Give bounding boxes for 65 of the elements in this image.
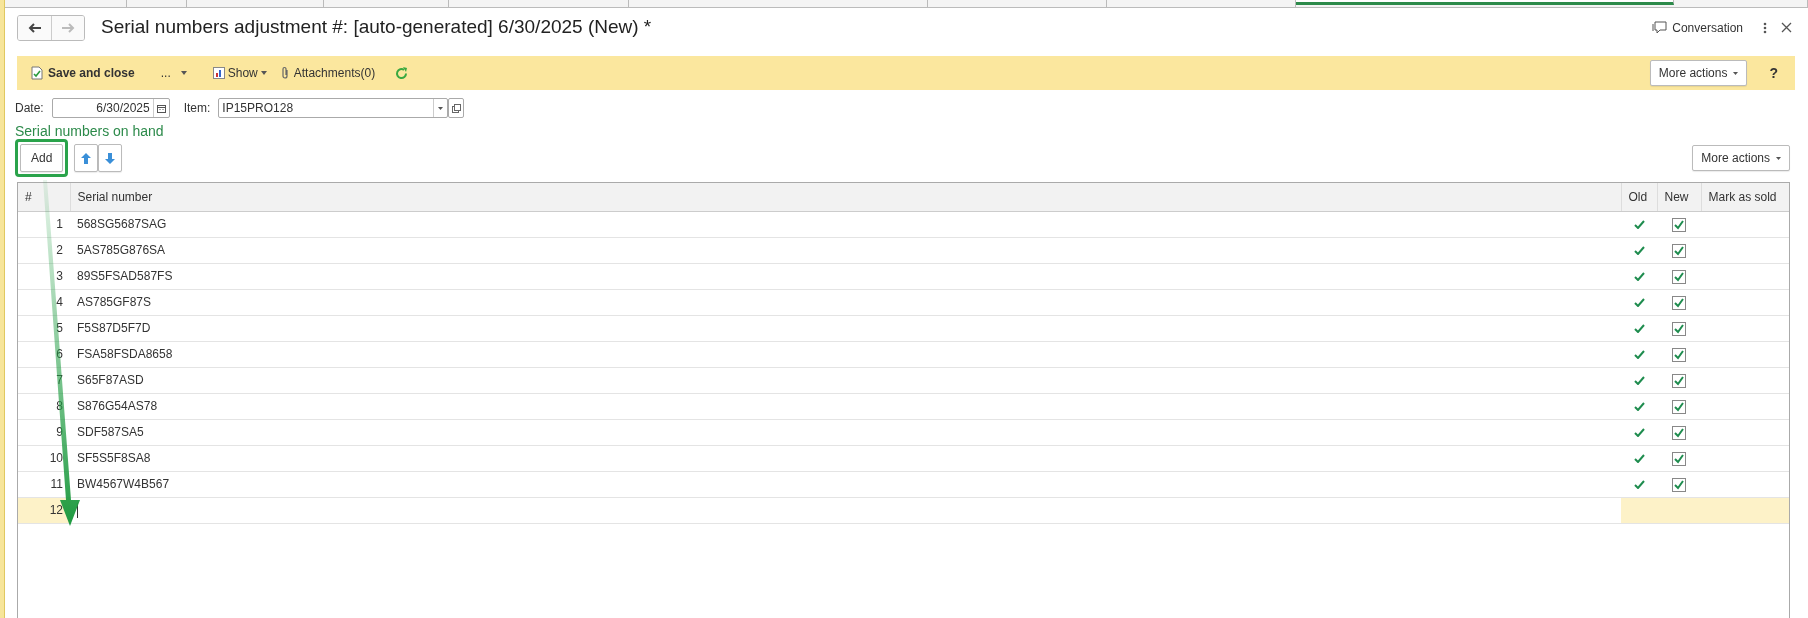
date-label: Date: bbox=[15, 100, 44, 117]
move-down-button[interactable] bbox=[98, 144, 123, 172]
checkbox[interactable] bbox=[1672, 373, 1686, 388]
section-title: Serial numbers on hand bbox=[14, 122, 165, 139]
conversation-button[interactable]: Conversation bbox=[1648, 18, 1747, 37]
checkbox[interactable] bbox=[1672, 321, 1686, 336]
column-header[interactable]: Mark as sold bbox=[1701, 183, 1789, 211]
checkbox[interactable] bbox=[1672, 477, 1686, 492]
caret-icon bbox=[1733, 71, 1739, 75]
back-button[interactable] bbox=[18, 15, 51, 40]
checkbox[interactable] bbox=[1672, 217, 1686, 232]
window-title: Serial numbers adjustment #: [auto-generated] 6/30/2025 (New) * bbox=[101, 15, 652, 40]
table-cell: SDF587SA5 bbox=[70, 419, 1621, 445]
checkbox[interactable] bbox=[1672, 425, 1686, 440]
checkbox[interactable] bbox=[1672, 399, 1686, 414]
table-cell: FSA58FSDA8658 bbox=[70, 341, 1621, 367]
paperclip-icon bbox=[280, 66, 289, 80]
table-cell: S876G54AS78 bbox=[70, 393, 1621, 419]
calendar-icon[interactable] bbox=[156, 103, 166, 113]
caret-icon bbox=[1776, 156, 1781, 160]
open-window-icon bbox=[451, 103, 461, 113]
more-actions-button[interactable]: More actions bbox=[1692, 145, 1790, 171]
caret-icon bbox=[180, 71, 187, 75]
more-button[interactable]: ... bbox=[156, 64, 191, 82]
table-cell: F5S87D5F7D bbox=[70, 315, 1621, 341]
attachments-button[interactable]: Attachments(0) bbox=[276, 64, 380, 82]
column-header[interactable]: # bbox=[18, 183, 70, 211]
speech-bubble-icon bbox=[1652, 21, 1668, 34]
table-cell: 5AS785G876SA bbox=[70, 237, 1621, 263]
open-button[interactable] bbox=[448, 98, 465, 118]
more-actions-button[interactable]: More actions bbox=[1649, 60, 1748, 86]
down-arrow-icon bbox=[105, 153, 116, 165]
checkbox[interactable] bbox=[1672, 295, 1686, 310]
date-field[interactable]: 6/30/2025 bbox=[51, 98, 170, 118]
move-up-button[interactable] bbox=[74, 144, 99, 172]
up-arrow-icon bbox=[81, 153, 92, 165]
refresh-icon bbox=[395, 66, 409, 80]
checkbox[interactable] bbox=[1672, 269, 1686, 284]
column-header[interactable]: New bbox=[1657, 183, 1701, 211]
show-button[interactable]: Show bbox=[208, 64, 271, 82]
chart-icon bbox=[212, 67, 225, 79]
document-check-icon bbox=[31, 66, 43, 80]
kebab-icon bbox=[1763, 21, 1767, 34]
checkbox[interactable] bbox=[1672, 451, 1686, 466]
back-arrow-icon bbox=[27, 22, 42, 33]
table-cell: 89S5FSAD587FS bbox=[70, 263, 1621, 289]
caret-icon bbox=[260, 71, 267, 75]
dropdown-caret-icon[interactable] bbox=[438, 106, 444, 110]
add-button[interactable]: Add bbox=[20, 144, 64, 172]
table-cell: AS785GF87S bbox=[70, 289, 1621, 315]
table-cell: BW4567W4B567 bbox=[70, 471, 1621, 497]
item-label: Item: bbox=[183, 100, 211, 117]
forward-arrow-icon bbox=[61, 22, 75, 33]
column-header[interactable]: Old bbox=[1621, 183, 1657, 211]
help-button[interactable]: ? bbox=[1765, 62, 1782, 84]
column-header[interactable]: Serial number bbox=[70, 183, 1621, 211]
table-cell: S65F87ASD bbox=[70, 367, 1621, 393]
checkbox[interactable] bbox=[1672, 347, 1686, 362]
save-and-close-button[interactable]: Save and close bbox=[27, 64, 139, 82]
close-icon bbox=[1781, 22, 1792, 33]
item-field[interactable]: IP15PRO128 bbox=[218, 98, 449, 118]
table-cell: SF5S5F8SA8 bbox=[70, 445, 1621, 471]
tab[interactable] bbox=[1296, 0, 1674, 5]
table-cell: 568SG5687SAG bbox=[70, 211, 1621, 237]
checkbox[interactable] bbox=[1672, 243, 1686, 258]
